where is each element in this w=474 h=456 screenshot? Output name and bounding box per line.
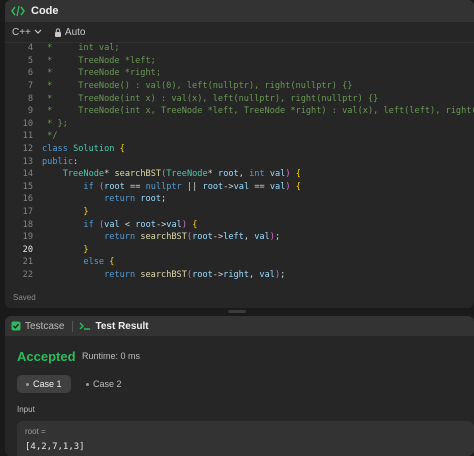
- line-number: 8: [27, 93, 33, 104]
- code-line-text: * TreeNode *left;: [42, 55, 156, 66]
- line-number: 19: [22, 232, 33, 243]
- case-status-dot: [26, 382, 29, 386]
- code-toolbar: C++ Auto: [5, 22, 474, 43]
- line-number: 9: [27, 106, 33, 117]
- code-line[interactable]: 18 if (val < root->val) {: [5, 218, 474, 231]
- line-number: 5: [27, 55, 33, 66]
- case-status-dot: [86, 382, 89, 386]
- tab-test-result-label: Test Result: [95, 320, 149, 332]
- code-line-text: return searchBST(root->left, val);: [104, 232, 281, 243]
- code-line-text: else {: [83, 257, 115, 268]
- code-line[interactable]: 19 return searchBST(root->left, val);: [5, 231, 474, 244]
- input-box: root = [4,2,7,1,3]: [17, 421, 474, 456]
- language-label: C++: [12, 26, 31, 38]
- auto-toggle[interactable]: Auto: [54, 26, 86, 38]
- terminal-icon: [79, 322, 91, 330]
- chevron-down-icon: [34, 29, 42, 34]
- code-line-text: TreeNode* searchBST(TreeNode* root, int …: [62, 169, 301, 180]
- code-line[interactable]: 12 class Solution {: [5, 143, 474, 156]
- code-line-text: public:: [42, 156, 79, 167]
- code-line-text: * TreeNode() : val(0), left(nullptr), ri…: [42, 81, 353, 92]
- auto-label: Auto: [64, 26, 86, 38]
- code-line[interactable]: 20 }: [5, 244, 474, 257]
- code-line[interactable]: 5 * TreeNode *left;: [5, 55, 474, 68]
- code-line-text: * int val;: [42, 43, 120, 54]
- code-line-text: if (val < root->val) {: [83, 219, 198, 230]
- code-line-text: * TreeNode *right;: [42, 68, 161, 79]
- line-number: 18: [22, 219, 33, 230]
- code-line-text: */: [42, 131, 58, 142]
- line-number: 22: [22, 269, 33, 280]
- line-number: 15: [22, 181, 33, 192]
- code-line-text: if (root == nullptr || root->val == val)…: [83, 181, 301, 192]
- code-line[interactable]: 8 * TreeNode(int x) : val(x), left(nullp…: [5, 92, 474, 105]
- code-panel-header: Code: [5, 0, 474, 22]
- case-1-label: Case 1: [33, 379, 62, 389]
- line-number: 4: [27, 43, 33, 54]
- code-panel: Code C++ Auto 4 * int val; 5 * TreeNode *…: [5, 0, 474, 308]
- code-line-text: return root;: [104, 194, 167, 205]
- tab-testcase[interactable]: Testcase: [11, 321, 64, 332]
- code-line[interactable]: 10 * };: [5, 118, 474, 131]
- code-line[interactable]: 7 * TreeNode() : val(0), left(nullptr), …: [5, 80, 474, 93]
- line-number: 12: [22, 144, 33, 155]
- code-line[interactable]: 15 if (root == nullptr || root->val == v…: [5, 181, 474, 194]
- input-key: root =: [25, 427, 46, 436]
- tab-separator: [72, 320, 74, 332]
- line-number: 6: [27, 68, 33, 79]
- code-line-text: return searchBST(root->right, val);: [104, 269, 286, 280]
- input-label: Input: [17, 405, 35, 414]
- lock-icon: [54, 27, 61, 37]
- code-line[interactable]: 9 * TreeNode(int x, TreeNode *left, Tree…: [5, 105, 474, 118]
- code-line[interactable]: 4 * int val;: [5, 42, 474, 55]
- tab-testcase-label: Testcase: [25, 320, 65, 332]
- input-value: [4,2,7,1,3]: [25, 442, 85, 452]
- code-line-text: * TreeNode(int x) : val(x), left(nullptr…: [42, 93, 379, 104]
- code-line[interactable]: 6 * TreeNode *right;: [5, 67, 474, 80]
- code-icon: [11, 4, 25, 18]
- case-2-tab[interactable]: Case 2: [77, 375, 131, 393]
- line-number: 11: [22, 131, 33, 142]
- line-number: 21: [22, 257, 33, 268]
- language-select[interactable]: C++: [12, 27, 42, 38]
- line-number: 17: [22, 207, 33, 218]
- code-line-text: * TreeNode(int x, TreeNode *left, TreeNo…: [42, 106, 474, 117]
- line-number: 14: [22, 169, 33, 180]
- code-panel-title: Code: [31, 5, 59, 17]
- checkbox-icon: [11, 321, 21, 331]
- case-1-tab[interactable]: Case 1: [17, 375, 71, 393]
- code-line-text: }: [83, 207, 89, 218]
- runtime-text: Runtime: 0 ms: [82, 351, 141, 361]
- line-number: 16: [22, 194, 33, 205]
- panel-resize-handle[interactable]: [228, 310, 246, 313]
- code-line[interactable]: 13 public:: [5, 155, 474, 168]
- code-line-text: }: [83, 244, 89, 255]
- code-line[interactable]: 16 return root;: [5, 193, 474, 206]
- code-line[interactable]: 17 }: [5, 206, 474, 219]
- line-number: 7: [27, 81, 33, 92]
- code-editor[interactable]: 4 * int val; 5 * TreeNode *left; 6 * TreeN…: [5, 42, 474, 282]
- code-line[interactable]: 14 TreeNode* searchBST(TreeNode* root, i…: [5, 168, 474, 181]
- result-tabs: Testcase Test Result: [5, 316, 474, 336]
- code-line-text: class Solution {: [42, 144, 125, 155]
- code-line[interactable]: 22 return searchBST(root->right, val);: [5, 269, 474, 282]
- code-line[interactable]: 21 else {: [5, 256, 474, 269]
- line-number: 10: [22, 118, 33, 129]
- line-number: 20: [22, 244, 33, 255]
- code-line-text: * };: [42, 118, 68, 129]
- result-status: Accepted: [17, 349, 76, 364]
- result-panel: Testcase Test Result Accepted Runtime: 0…: [5, 316, 474, 456]
- code-line[interactable]: 11 */: [5, 130, 474, 143]
- saved-status: Saved: [13, 293, 36, 302]
- line-number: 13: [22, 156, 33, 167]
- case-2-label: Case 2: [93, 379, 122, 389]
- tab-test-result[interactable]: Test Result: [79, 320, 149, 332]
